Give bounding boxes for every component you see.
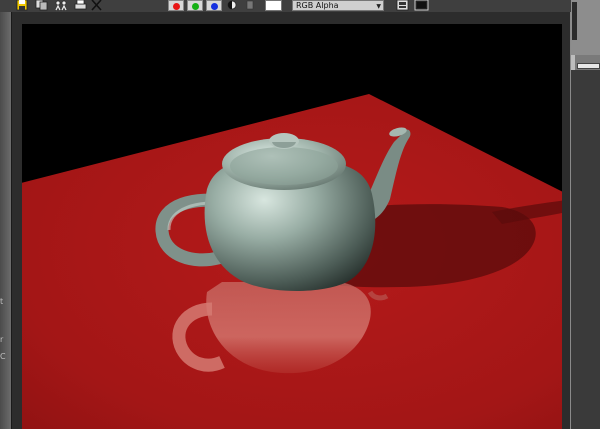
right-panel-body — [571, 70, 600, 429]
right-panel-scrollbar[interactable] — [572, 2, 577, 40]
display-icon[interactable] — [396, 0, 409, 11]
monochrome-icon[interactable] — [246, 0, 254, 11]
blue-channel-button[interactable] — [206, 0, 222, 11]
copy-icon[interactable] — [35, 0, 49, 11]
color-swatch[interactable] — [265, 0, 282, 11]
chevron-down-icon: ▼ — [376, 3, 381, 10]
channel-select[interactable]: RGB Alpha ▼ — [292, 0, 384, 11]
right-panel-field[interactable] — [577, 63, 600, 69]
left-panel-edge: t r C — [0, 12, 11, 429]
alpha-channel-icon[interactable] — [227, 0, 237, 11]
green-channel-icon — [192, 3, 199, 10]
left-label-3: C — [0, 352, 6, 361]
clear-icon[interactable] — [91, 0, 102, 11]
right-panel-edge — [571, 0, 600, 429]
green-channel-button[interactable] — [187, 0, 203, 11]
channel-select-value: RGB Alpha — [296, 1, 339, 10]
clone-icon[interactable] — [54, 0, 68, 11]
left-label-1: t — [0, 297, 4, 306]
red-channel-button[interactable] — [168, 0, 184, 11]
save-icon[interactable] — [16, 0, 28, 11]
red-channel-icon — [173, 3, 180, 10]
print-icon[interactable] — [74, 0, 87, 11]
blue-channel-icon — [211, 3, 218, 10]
left-label-2: r — [0, 335, 4, 344]
rendered-image[interactable] — [22, 24, 562, 429]
render-canvas — [22, 24, 562, 429]
frame-buffer-icon[interactable] — [414, 0, 429, 11]
